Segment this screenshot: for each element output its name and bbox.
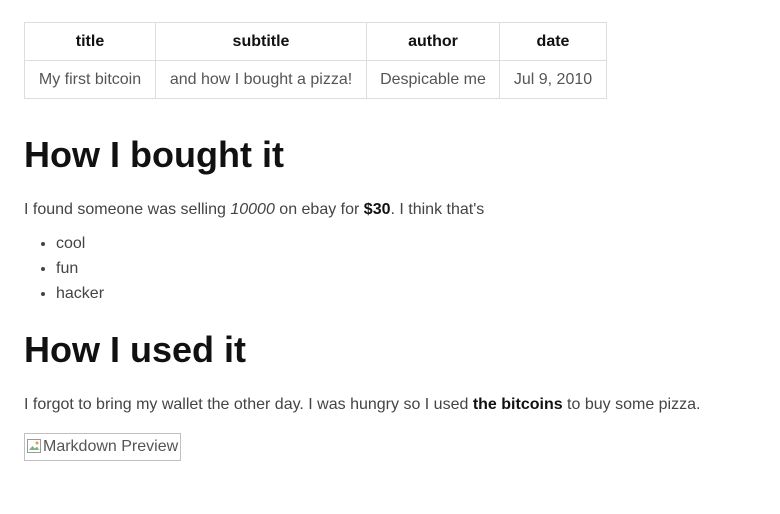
table-cell: and how I bought a pizza!: [155, 60, 367, 99]
table-header-cell: date: [499, 22, 607, 61]
section-heading-used: How I used it: [24, 329, 247, 370]
broken-image: Markdown Preview: [24, 433, 182, 461]
table-cell: Jul 9, 2010: [499, 60, 607, 99]
list-item: cool: [56, 231, 764, 256]
list-item: hacker: [56, 281, 764, 306]
paragraph-text: I found someone was selling: [24, 201, 231, 218]
broken-image-icon: [26, 437, 42, 453]
table-header-cell: author: [366, 22, 500, 61]
emphasis-text: 10000: [230, 201, 275, 218]
paragraph-text: . I think that's: [390, 201, 485, 218]
table-cell: My first bitcoin: [24, 60, 156, 99]
paragraph-text: I forgot to bring my wallet the other da…: [24, 396, 473, 413]
markdown-document: title subtitle author date My first bitc…: [24, 22, 764, 461]
table-header-row: title subtitle author date: [24, 22, 607, 61]
table-header-cell: subtitle: [155, 22, 367, 61]
table-row: My first bitcoin and how I bought a pizz…: [24, 60, 607, 99]
paragraph-used: I forgot to bring my wallet the other da…: [24, 395, 764, 415]
bold-text: $30: [363, 201, 391, 218]
paragraph-text: to buy some pizza.: [562, 396, 701, 413]
table-header-cell: title: [24, 22, 156, 61]
section-heading-bought: How I bought it: [24, 134, 284, 175]
front-matter-table: title subtitle author date My first bitc…: [24, 22, 607, 99]
bullet-list: cool fun hacker: [24, 231, 764, 306]
image-alt-text: Markdown Preview: [43, 438, 179, 455]
list-item: fun: [56, 256, 764, 281]
bold-text: the bitcoins: [472, 396, 563, 413]
paragraph-text: on ebay for: [274, 201, 364, 218]
table-cell: Despicable me: [366, 60, 500, 99]
paragraph-bought: I found someone was selling 10000 on eba…: [24, 200, 764, 220]
